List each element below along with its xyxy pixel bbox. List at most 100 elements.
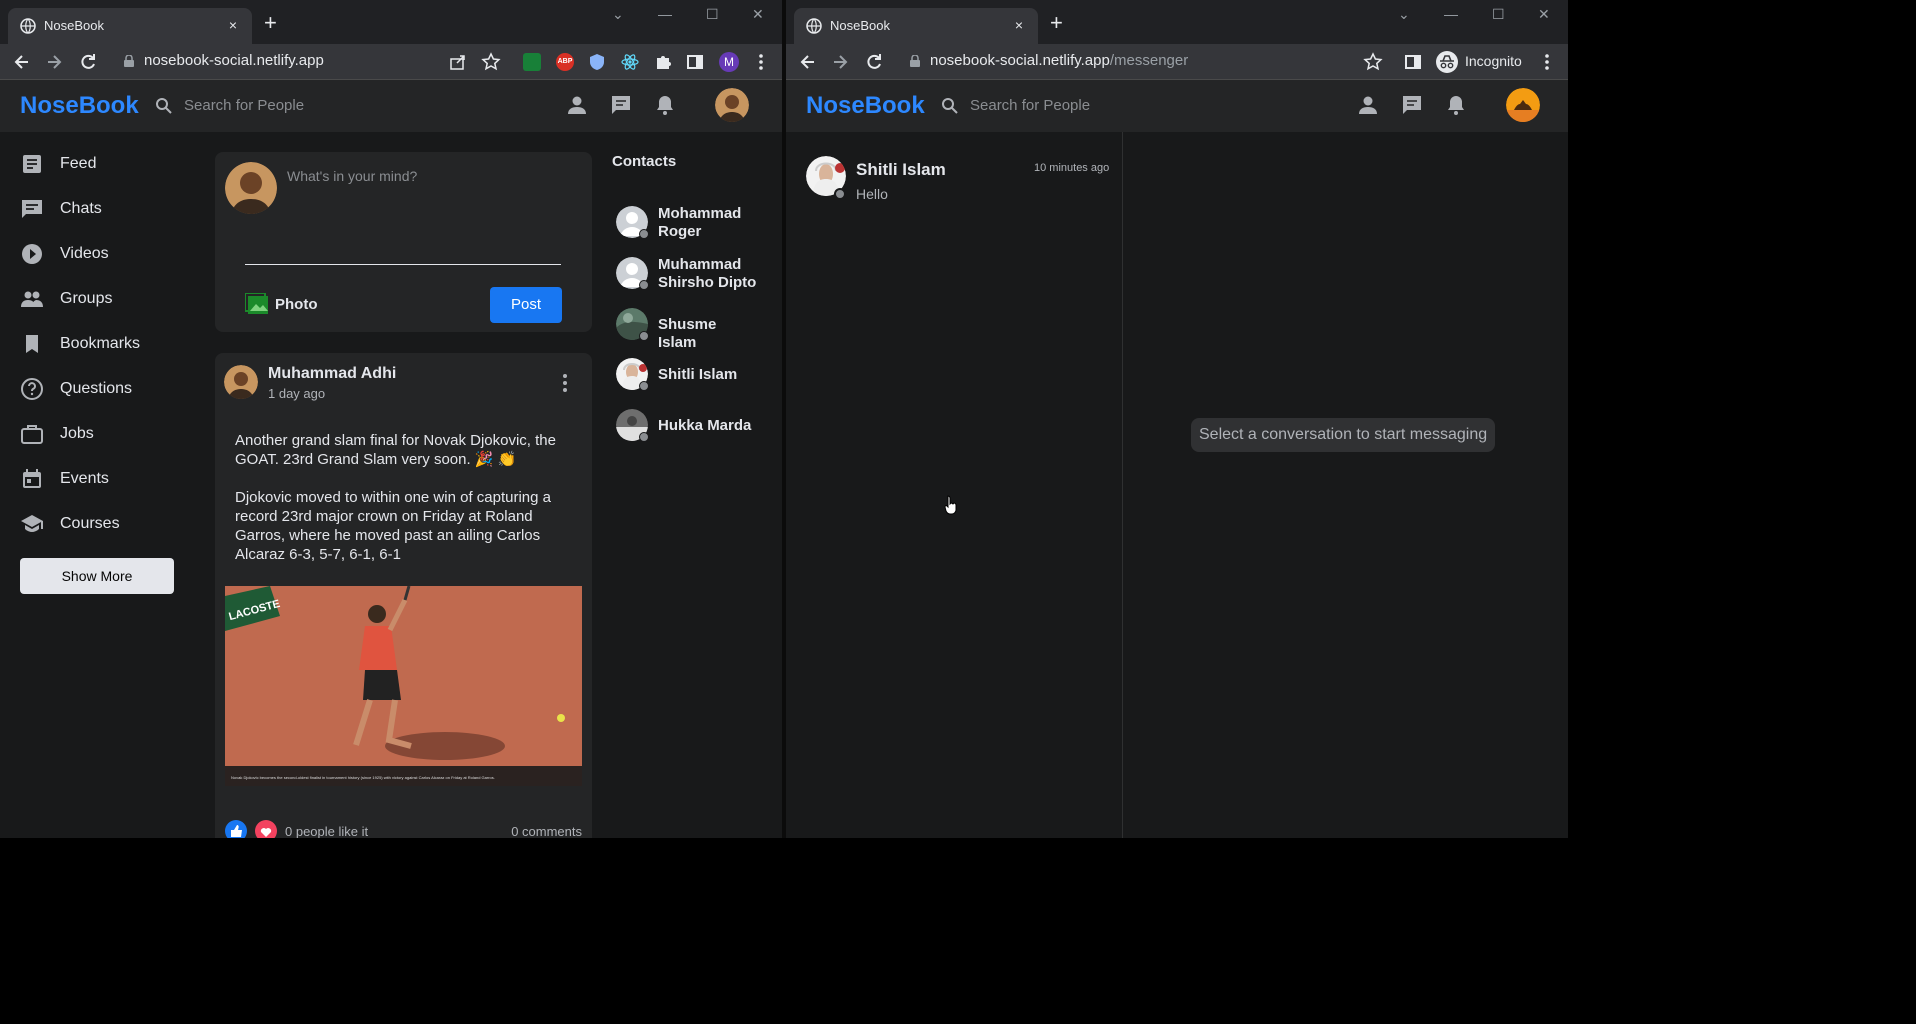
contacts-heading: Contacts <box>612 153 677 170</box>
heart-icon[interactable] <box>255 820 277 838</box>
sidebar-item-label: Events <box>60 470 109 487</box>
comments-count[interactable]: 0 comments <box>511 824 582 838</box>
tab-search-chevron-icon[interactable]: ⌄ <box>612 6 624 23</box>
address-bar[interactable]: nosebook-social.netlify.app/messenger <box>930 52 1188 69</box>
contact-name: Mohammad Roger <box>658 205 742 240</box>
close-window-button[interactable]: ✕ <box>1538 6 1550 23</box>
browser-toolbar: nosebook-social.netlify.app ABP M <box>0 44 782 80</box>
tab-title: NoseBook <box>830 18 890 33</box>
lock-icon[interactable] <box>124 55 134 67</box>
notification-bell-icon[interactable] <box>654 94 676 116</box>
post-timestamp: 1 day ago <box>268 386 326 401</box>
side-panel-icon[interactable] <box>686 53 704 71</box>
sidebar-item-label: Jobs <box>60 425 94 442</box>
post-author-avatar[interactable] <box>224 365 258 399</box>
forward-icon[interactable] <box>44 52 64 72</box>
sidebar-item-label: Feed <box>60 155 97 172</box>
tab-search-chevron-icon[interactable]: ⌄ <box>1398 6 1410 23</box>
sidebar-item-label: Groups <box>60 290 113 307</box>
search-input[interactable]: Search for People <box>184 97 304 114</box>
tab-close-icon[interactable]: × <box>224 16 242 34</box>
top-navbar: NoseBook Search for People <box>0 80 782 132</box>
new-tab-button[interactable]: + <box>1050 12 1063 34</box>
composer-input[interactable]: What's in your mind? <box>287 168 417 184</box>
sheet-extension-icon[interactable] <box>523 53 541 71</box>
chat-bubble-icon[interactable] <box>610 94 632 116</box>
post-body: Another grand slam final for Novak Djoko… <box>235 432 556 563</box>
person-icon[interactable] <box>1357 94 1379 116</box>
minimize-button[interactable]: — <box>658 6 672 22</box>
app-logo[interactable]: NoseBook <box>806 92 925 120</box>
browser-tab[interactable]: NoseBook × <box>8 8 252 44</box>
maximize-button[interactable]: ☐ <box>1492 6 1505 23</box>
reload-icon[interactable] <box>864 52 884 72</box>
nosebook-app: NoseBook Search for People Feed Chats Vi… <box>0 80 782 838</box>
puzzle-icon[interactable] <box>654 53 672 71</box>
user-avatar[interactable] <box>1506 88 1540 122</box>
profile-avatar[interactable]: M <box>719 52 739 72</box>
forward-icon[interactable] <box>830 52 850 72</box>
conversation-name: Shitli Islam <box>856 160 946 179</box>
empty-conversation-message: Select a conversation to start messaging <box>1191 418 1496 452</box>
search-icon <box>156 98 172 114</box>
menu-kebab-icon[interactable] <box>1538 53 1556 71</box>
menu-kebab-icon[interactable] <box>752 53 770 71</box>
url-host: nosebook-social.netlify.app <box>930 52 1110 69</box>
sidebar-item-label: Courses <box>60 515 120 532</box>
search-icon <box>942 98 958 114</box>
tab-close-icon[interactable]: × <box>1010 16 1028 34</box>
reload-icon[interactable] <box>78 52 98 72</box>
url-host: nosebook-social.netlify.app <box>144 52 324 69</box>
address-bar[interactable]: nosebook-social.netlify.app <box>144 52 324 69</box>
adblock-icon[interactable]: ABP <box>556 53 574 71</box>
question-icon <box>21 378 43 400</box>
incognito-label[interactable]: Incognito <box>1465 53 1522 69</box>
person-icon[interactable] <box>566 94 588 116</box>
back-icon[interactable] <box>12 52 32 72</box>
post-button[interactable]: Post <box>490 287 562 323</box>
post-image[interactable]: LACOSTE Novak Djokovic becomes the secon… <box>225 586 582 786</box>
sidebar-item-label: Questions <box>60 380 133 397</box>
notification-bell-icon[interactable] <box>1445 94 1467 116</box>
minimize-button[interactable]: — <box>1444 6 1458 22</box>
bookmark-star-icon[interactable] <box>1363 52 1383 72</box>
user-avatar[interactable] <box>715 88 749 122</box>
play-icon <box>22 244 42 264</box>
bookmark-star-icon[interactable] <box>481 52 501 72</box>
photo-label: Photo <box>275 296 318 313</box>
search-input[interactable]: Search for People <box>970 97 1090 114</box>
globe-icon <box>20 18 36 34</box>
offline-status-dot <box>639 381 649 391</box>
incognito-icon[interactable] <box>1436 51 1458 73</box>
browser-toolbar: nosebook-social.netlify.app/messenger In… <box>786 44 1568 80</box>
maximize-button[interactable]: ☐ <box>706 6 719 23</box>
group-icon <box>21 291 43 307</box>
app-logo[interactable]: NoseBook <box>20 92 139 120</box>
share-icon[interactable] <box>448 52 468 72</box>
like-icon[interactable] <box>225 820 247 838</box>
side-panel-icon[interactable] <box>1404 53 1422 71</box>
chat-bubble-icon[interactable] <box>1401 94 1423 116</box>
react-devtools-icon[interactable] <box>621 53 639 71</box>
lock-icon[interactable] <box>910 55 920 67</box>
offline-status-dot <box>639 280 649 290</box>
browser-tab[interactable]: NoseBook × <box>794 8 1038 44</box>
conversation-time: 10 minutes ago <box>1034 162 1110 174</box>
feed-icon <box>23 155 41 173</box>
more-options-icon[interactable] <box>555 373 575 393</box>
post-author[interactable]: Muhammad Adhi <box>268 365 396 383</box>
calendar-icon <box>23 469 41 488</box>
chat-icon <box>22 200 42 218</box>
offline-status-dot <box>834 188 846 200</box>
show-more-button[interactable]: Show More <box>20 558 174 594</box>
browser-window-left: NoseBook × + ⌄ — ☐ ✕ nosebook-social.net… <box>0 0 782 838</box>
browser-window-right: NoseBook × + ⌄ — ☐ ✕ nosebook-social.net… <box>786 0 1568 838</box>
tab-strip: NoseBook × + ⌄ — ☐ ✕ <box>786 0 1568 44</box>
back-icon[interactable] <box>798 52 818 72</box>
new-tab-button[interactable]: + <box>264 12 277 34</box>
school-icon <box>21 515 43 532</box>
nosebook-messenger-app: NoseBook Search for People Shitli Islam … <box>786 80 1568 838</box>
contact-name: Muhammad Shirsho Dipto <box>658 256 757 291</box>
close-window-button[interactable]: ✕ <box>752 6 764 23</box>
shield-extension-icon[interactable] <box>588 53 606 71</box>
